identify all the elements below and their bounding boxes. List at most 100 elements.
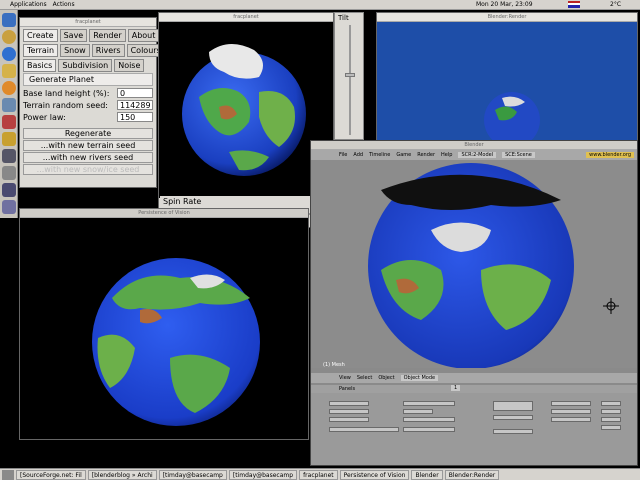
render-button[interactable] bbox=[403, 401, 455, 406]
screen-icon[interactable] bbox=[2, 200, 16, 214]
tab-save[interactable]: Save bbox=[59, 29, 88, 42]
backbuf-path-field[interactable] bbox=[329, 409, 369, 414]
tab-subdivision[interactable]: Subdivision bbox=[58, 59, 113, 72]
edge-settings-button[interactable] bbox=[329, 427, 399, 432]
do-sequence-button[interactable] bbox=[493, 415, 533, 420]
show-desktop-icon[interactable] bbox=[2, 469, 14, 480]
tab-create[interactable]: Create bbox=[23, 29, 58, 42]
main-tabs: Create Save Render About bbox=[20, 27, 160, 42]
screen-selector[interactable]: SCR:2-Model bbox=[458, 152, 497, 158]
3d-cursor-icon[interactable] bbox=[603, 298, 619, 314]
frame-field[interactable]: 1 bbox=[451, 385, 461, 391]
clock[interactable]: Mon 20 Mar, 23:09 bbox=[476, 1, 533, 8]
window-title[interactable]: fracplanet bbox=[159, 13, 333, 22]
play-button[interactable] bbox=[493, 429, 533, 434]
game-framing-button[interactable] bbox=[551, 401, 591, 406]
section-heading: Generate Planet bbox=[23, 73, 153, 86]
size-x-field[interactable] bbox=[551, 409, 591, 414]
user-icon[interactable] bbox=[2, 132, 16, 146]
menu-game[interactable]: Game bbox=[396, 152, 411, 158]
panels-menu[interactable]: Panels bbox=[339, 386, 355, 392]
window-title[interactable]: Blender:Render bbox=[377, 13, 637, 22]
menu-help[interactable]: Help bbox=[441, 152, 452, 158]
base-land-height-input[interactable] bbox=[117, 88, 153, 98]
menu-view[interactable]: View bbox=[339, 375, 351, 381]
planet-viewport[interactable] bbox=[159, 22, 333, 198]
gear-launcher-icon[interactable] bbox=[2, 30, 16, 44]
sub-tabs: Basics Subdivision Noise bbox=[20, 57, 156, 72]
monitor-icon[interactable] bbox=[2, 183, 16, 197]
applications-menu[interactable]: Applications bbox=[10, 1, 47, 8]
scene-selector[interactable]: SCE:Scene bbox=[502, 152, 535, 158]
menu-file[interactable]: File bbox=[339, 152, 347, 158]
output-path-field[interactable] bbox=[329, 401, 369, 406]
menu-add[interactable]: Add bbox=[353, 152, 363, 158]
terminal-icon[interactable] bbox=[2, 13, 16, 27]
new-rivers-seed-button[interactable]: ...with new rivers seed bbox=[23, 152, 153, 163]
new-snow-seed-button[interactable]: ...with new snow/ice seed bbox=[23, 164, 153, 175]
ftype-path-field[interactable] bbox=[329, 417, 369, 422]
tab-rivers[interactable]: Rivers bbox=[91, 44, 125, 57]
menu-object[interactable]: Object bbox=[378, 375, 394, 381]
gamma-button[interactable] bbox=[403, 427, 455, 432]
tilt-slider-track[interactable] bbox=[349, 25, 351, 135]
actions-menu[interactable]: Actions bbox=[53, 1, 75, 8]
tab-basics[interactable]: Basics bbox=[23, 59, 57, 72]
task-terminal-1[interactable]: [timday@basecamp bbox=[158, 469, 227, 480]
task-fracplanet[interactable]: fracplanet bbox=[299, 469, 338, 480]
tab-about[interactable]: About bbox=[127, 29, 160, 42]
blender-window: Blender File Add Timeline Game Render He… bbox=[310, 140, 638, 466]
calculator-icon[interactable] bbox=[2, 149, 16, 163]
blender-icon[interactable] bbox=[2, 81, 16, 95]
tab-render[interactable]: Render bbox=[89, 29, 126, 42]
preset-default-button[interactable] bbox=[601, 417, 621, 422]
new-terrain-seed-button[interactable]: ...with new terrain seed bbox=[23, 140, 153, 151]
task-sourceforge[interactable]: [SourceForge.net: Fil bbox=[16, 469, 86, 480]
taskbar: [SourceForge.net: Fil [blenderblog » Arc… bbox=[0, 468, 640, 480]
preset-ntsc-button[interactable] bbox=[601, 409, 621, 414]
task-terminal-2[interactable]: [timday@basecamp bbox=[228, 469, 298, 480]
field-label: Base land height (%): bbox=[23, 88, 110, 98]
mail-icon[interactable] bbox=[2, 64, 16, 78]
weather-temperature[interactable]: 2°C bbox=[610, 1, 621, 8]
window-title[interactable]: Blender bbox=[311, 141, 637, 150]
drive-icon[interactable] bbox=[2, 166, 16, 180]
preset-pal-button[interactable] bbox=[601, 401, 621, 406]
task-blender-render[interactable]: Blender:Render bbox=[444, 469, 500, 480]
preset-preview-button[interactable] bbox=[601, 425, 621, 430]
task-pov[interactable]: Persistence of Vision bbox=[339, 469, 410, 480]
render-output bbox=[484, 92, 540, 147]
top-panel: Applications Actions Mon 20 Mar, 23:09 2… bbox=[0, 0, 640, 10]
window-title[interactable]: fracplanet bbox=[20, 18, 156, 27]
tab-snow[interactable]: Snow bbox=[60, 44, 90, 57]
blender-3d-viewport[interactable] bbox=[311, 160, 637, 369]
window-title[interactable]: Persistence of Vision bbox=[20, 209, 308, 218]
home-folder-icon[interactable] bbox=[2, 98, 16, 112]
size-y-field[interactable] bbox=[551, 417, 591, 422]
firewall-icon[interactable] bbox=[2, 115, 16, 129]
tilt-slider-pane: Tilt bbox=[334, 12, 364, 140]
tilt-slider-handle[interactable] bbox=[345, 73, 355, 77]
menu-select[interactable]: Select bbox=[357, 375, 372, 381]
task-blender[interactable]: Blender bbox=[411, 469, 443, 480]
anim-button[interactable] bbox=[493, 401, 533, 411]
task-blenderblog[interactable]: [blenderblog » Archi bbox=[87, 469, 157, 480]
mblur-button[interactable] bbox=[403, 417, 455, 422]
blender-render-window: Blender:Render bbox=[376, 12, 638, 148]
osa-button[interactable] bbox=[403, 409, 433, 414]
regenerate-button[interactable]: Regenerate bbox=[23, 128, 153, 139]
field-label: Terrain random seed: bbox=[23, 100, 108, 110]
render-buttons-panel bbox=[311, 393, 637, 465]
viewport-header: View Select Object Object Mode bbox=[311, 373, 637, 383]
persistence-of-vision-window: Persistence of Vision bbox=[19, 208, 309, 440]
power-law-input[interactable] bbox=[117, 112, 153, 122]
mode-selector[interactable]: Object Mode bbox=[400, 375, 439, 381]
menu-render[interactable]: Render bbox=[417, 152, 435, 158]
keyboard-layout-flag-icon[interactable] bbox=[568, 1, 580, 8]
tab-terrain[interactable]: Terrain bbox=[23, 44, 59, 57]
terrain-seed-input[interactable] bbox=[117, 100, 153, 110]
tab-noise[interactable]: Noise bbox=[114, 59, 145, 72]
tilt-label: Tilt bbox=[338, 14, 349, 22]
globe-browser-icon[interactable] bbox=[2, 47, 16, 61]
menu-timeline[interactable]: Timeline bbox=[369, 152, 390, 158]
